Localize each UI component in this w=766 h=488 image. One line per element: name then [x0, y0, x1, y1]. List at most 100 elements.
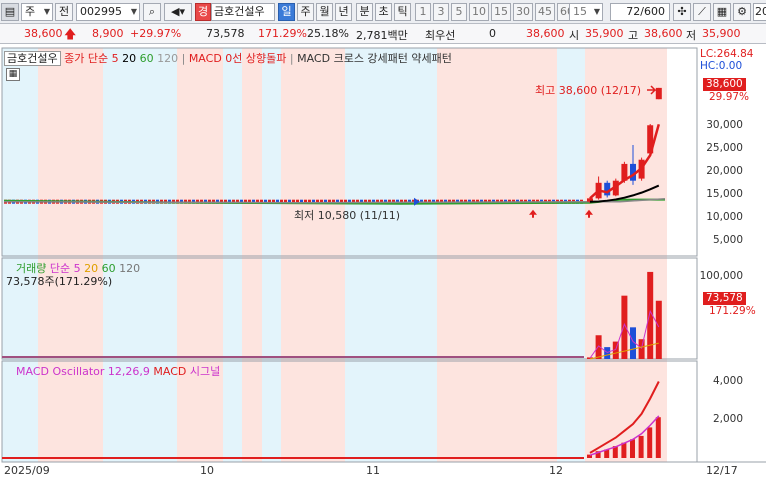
date-input[interactable]: 20	[753, 3, 766, 21]
background-band	[281, 48, 345, 462]
candle	[655, 87, 662, 100]
macd-y-tick: 4,000	[712, 375, 743, 387]
high-value: 38,600	[644, 27, 683, 40]
lc-label: LC:264.84	[700, 48, 754, 60]
draw-line-icon[interactable]: ⟋	[693, 3, 711, 21]
chart-area: 금호건설우 종가 단순 5 20 60 120 | MACD 0선 상향돌파 |…	[0, 44, 766, 488]
background-band	[38, 48, 103, 462]
legend-macd-cross[interactable]: MACD 크로스 강세패턴	[297, 52, 408, 65]
high-note: 최고 38,600 (12/17)	[535, 84, 642, 97]
macd-osc-bar	[655, 417, 661, 458]
best-label: 최우선	[425, 29, 456, 42]
period-week[interactable]: 주	[297, 3, 314, 21]
period-second[interactable]: 초	[375, 3, 392, 21]
macd-osc-bar	[638, 435, 644, 458]
price-legend: 금호건설우 종가 단순 5 20 60 120 | MACD 0선 상향돌파 |…	[4, 50, 452, 66]
legend-ma-label[interactable]: 종가 단순	[64, 52, 108, 65]
macd-signal-label[interactable]: 시그널	[190, 365, 220, 378]
price-y-tick: 10,000	[706, 211, 743, 223]
open-label: 시	[569, 29, 580, 42]
code-input[interactable]: 002995 ▼	[76, 3, 140, 21]
price-y-tick: 5,000	[712, 234, 743, 246]
legend-ma20[interactable]: 20	[122, 52, 136, 65]
background-band	[585, 48, 667, 462]
volume-summary: 73,578주(171.29%)	[6, 275, 113, 288]
legend-stock-name[interactable]: 금호건설우	[4, 51, 61, 66]
amount-value: 2,781백만	[356, 29, 408, 42]
stock-name-field[interactable]: 금호건설우	[211, 3, 275, 21]
macd-line-label[interactable]: MACD	[153, 365, 186, 378]
gear-icon[interactable]: ⚙	[733, 3, 751, 21]
low-note: 최저 10,580 (11/11)	[294, 209, 401, 222]
interval-5[interactable]: 5	[451, 3, 467, 21]
candle	[604, 182, 611, 196]
macd-title[interactable]: MACD Oscillator 12,26,9	[16, 365, 150, 378]
menu-icon[interactable]: ▤	[1, 3, 19, 21]
period-year[interactable]: 년	[335, 3, 352, 21]
volume-bar	[655, 300, 662, 359]
x-axis-label: 11	[366, 464, 380, 477]
period-tick[interactable]: 틱	[394, 3, 411, 21]
current-price-2: 38,600	[526, 27, 565, 40]
market-value: 주	[25, 5, 36, 18]
background-band	[177, 48, 223, 462]
interval-value: 15	[573, 5, 587, 18]
legend-weak[interactable]: 약세패턴	[411, 52, 451, 65]
legend-ma60[interactable]: 60	[140, 52, 154, 65]
volume-bar	[604, 347, 611, 359]
chevron-down-icon: ▼	[43, 7, 50, 16]
low-value: 35,900	[702, 27, 741, 40]
volume-ma120[interactable]: 120	[119, 262, 140, 275]
legend-ma120[interactable]: 120	[157, 52, 178, 65]
price-y-tick: 25,000	[706, 142, 743, 154]
background-band	[437, 48, 557, 462]
brand-badge: 경	[195, 3, 211, 21]
interval-45[interactable]: 45	[535, 3, 555, 21]
macd-osc-bar	[621, 442, 627, 458]
background-band	[557, 48, 585, 462]
legend-ma5[interactable]: 5	[112, 52, 119, 65]
macd-legend: MACD Oscillator 12,26,9 MACD 시그널	[16, 363, 220, 379]
chevron-down-icon: ▼	[593, 7, 600, 16]
background-band	[242, 48, 262, 462]
period-day[interactable]: 일	[278, 3, 295, 21]
macd-osc-bar	[630, 439, 635, 458]
price-y-tick: 20,000	[706, 165, 743, 177]
volume-pct-tag: 171.29%	[709, 305, 756, 317]
high-label: 고	[628, 29, 639, 42]
pct-tag: 29.97%	[709, 91, 750, 103]
change-pct: +29.97%	[130, 27, 182, 40]
legend-macd-signal[interactable]: MACD 0선 상향돌파	[189, 52, 287, 65]
volume-ratio: 171.29%	[258, 27, 307, 40]
current-price: 38,600	[24, 27, 63, 40]
speaker-icon[interactable]: ◀▾	[164, 3, 192, 21]
macd-osc-bar	[647, 427, 653, 458]
turnover-value: 25.18%	[307, 27, 349, 40]
crosshair-icon[interactable]: ✣	[673, 3, 691, 21]
hc-label: HC:0.00	[700, 60, 743, 72]
interval-30[interactable]: 30	[513, 3, 533, 21]
interval-1[interactable]: 1	[415, 3, 431, 21]
toolbar: ▤ 주 ▼ 전 002995 ▼ ⌕ ◀▾ 경 금호건설우 일 주 월 년 분 초 …	[0, 0, 766, 24]
interval-10[interactable]: 10	[469, 3, 489, 21]
grid-icon[interactable]: ▦	[713, 3, 731, 21]
x-axis-label: 12	[549, 464, 563, 477]
price-y-tick: 15,000	[706, 188, 743, 200]
market-select[interactable]: 주 ▼	[21, 3, 53, 21]
period-minute[interactable]: 분	[356, 3, 373, 21]
prev-button[interactable]: 전	[55, 3, 73, 21]
change-value: 8,900	[92, 27, 124, 40]
volume-y-tick: 100,000	[699, 270, 743, 282]
period-month[interactable]: 월	[316, 3, 333, 21]
interval-15[interactable]: 15	[491, 3, 511, 21]
best-value: 0	[489, 27, 496, 40]
volume-bar	[638, 339, 645, 359]
open-value: 35,900	[585, 27, 624, 40]
count-input[interactable]: 72/600	[610, 3, 670, 21]
search-icon[interactable]: ⌕	[143, 3, 161, 21]
interval-3[interactable]: 3	[433, 3, 449, 21]
background-band	[223, 48, 242, 462]
interval-select[interactable]: 15 ▼	[569, 3, 603, 21]
table-icon[interactable]: ▦	[6, 68, 20, 81]
x-axis-label: 2025/09	[4, 464, 50, 477]
